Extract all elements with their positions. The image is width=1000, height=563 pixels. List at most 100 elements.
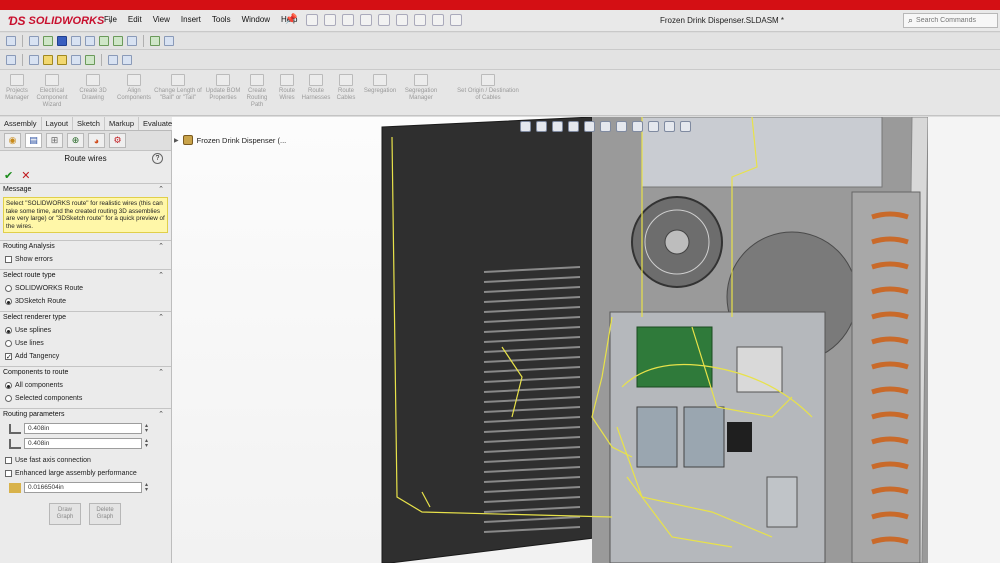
- component-icon[interactable]: [43, 36, 53, 46]
- collapse-icon[interactable]: ⌃: [158, 410, 164, 418]
- command-button-2[interactable]: Create 3D Drawing: [76, 74, 110, 102]
- flyout-tree-root[interactable]: ▶ Frozen Drink Dispenser (...: [174, 135, 286, 145]
- command-button-8[interactable]: Route Harnesses: [302, 74, 330, 102]
- command-button-6[interactable]: Create Routing Path: [243, 74, 271, 109]
- section-view-icon[interactable]: [568, 121, 579, 132]
- solidworks-route-radio[interactable]: SOLIDWORKS Route: [3, 282, 168, 295]
- zoom-area-icon[interactable]: [536, 121, 547, 132]
- menu-item-tools[interactable]: Tools: [212, 15, 231, 24]
- mate-icon[interactable]: [164, 36, 174, 46]
- link-icon[interactable]: [71, 54, 81, 65]
- tab-layout[interactable]: Layout: [42, 117, 74, 130]
- select-icon[interactable]: [414, 14, 426, 26]
- menu-item-window[interactable]: Window: [242, 15, 270, 24]
- tab-assembly[interactable]: Assembly: [0, 117, 42, 130]
- scene-icon[interactable]: [648, 121, 659, 132]
- connector-icon[interactable]: [85, 54, 95, 65]
- expand-arrow-icon[interactable]: ▶: [174, 137, 179, 144]
- menu-item-insert[interactable]: Insert: [181, 15, 201, 24]
- use-lines-radio[interactable]: Use lines: [3, 337, 168, 350]
- collapse-icon[interactable]: ⌃: [158, 185, 164, 193]
- layer-icon[interactable]: [71, 36, 81, 46]
- all-components-radio[interactable]: All components: [3, 379, 168, 392]
- help-icon[interactable]: ?: [152, 153, 163, 164]
- command-button-9[interactable]: Route Cables: [332, 74, 360, 102]
- electrical-manager-icon[interactable]: ⚙: [109, 133, 126, 148]
- home-icon[interactable]: [306, 14, 318, 26]
- appearance-icon[interactable]: [632, 121, 643, 132]
- command-button-0[interactable]: Projects Manager: [2, 74, 32, 102]
- feature-manager-icon[interactable]: ◉: [4, 133, 21, 148]
- search-input[interactable]: [916, 17, 995, 24]
- collapse-icon[interactable]: ⌃: [158, 271, 164, 279]
- graphics-viewport[interactable]: ▶ Frozen Drink Dispenser (...: [172, 117, 1000, 563]
- fast-axis-checkbox[interactable]: Use fast axis connection: [3, 454, 168, 467]
- folder-icon[interactable]: [57, 54, 67, 65]
- selected-components-radio[interactable]: Selected components: [3, 392, 168, 405]
- insert-component-icon[interactable]: [150, 36, 160, 46]
- radio[interactable]: [5, 285, 12, 293]
- dispenser-3d-model[interactable]: [172, 117, 1000, 563]
- ok-checkmark-icon[interactable]: ✔: [4, 169, 13, 182]
- tab-sketch[interactable]: Sketch: [73, 117, 105, 130]
- distance-field-1[interactable]: 0.408in: [24, 423, 142, 435]
- command-button-4[interactable]: Change Length of "Ball" or "Tail": [152, 74, 204, 102]
- enhanced-performance-checkbox[interactable]: Enhanced large assembly performance: [3, 467, 168, 480]
- open-file-icon[interactable]: [342, 14, 354, 26]
- wave-icon[interactable]: [85, 36, 95, 46]
- table-icon[interactable]: [29, 36, 39, 46]
- menu-item-edit[interactable]: Edit: [128, 15, 142, 24]
- collapse-icon[interactable]: ⌃: [158, 313, 164, 321]
- use-splines-radio[interactable]: Use splines: [3, 324, 168, 337]
- solidworks-logo[interactable]: ƊS SOLIDWORKS ›: [8, 13, 112, 29]
- cancel-x-icon[interactable]: ✕: [21, 169, 30, 182]
- checkbox[interactable]: [5, 457, 12, 465]
- list-icon[interactable]: [29, 54, 39, 65]
- draw-graph-button[interactable]: Draw Graph: [49, 503, 81, 526]
- green-block-icon[interactable]: [99, 36, 109, 46]
- checkbox[interactable]: [5, 353, 12, 361]
- save-icon[interactable]: [360, 14, 372, 26]
- radio[interactable]: [5, 298, 12, 306]
- command-button-10[interactable]: Segregation: [362, 74, 398, 95]
- radio[interactable]: [5, 340, 12, 348]
- dimxpert-icon[interactable]: ⊕: [67, 133, 84, 148]
- command-button-11[interactable]: Segregation Manager: [400, 74, 442, 102]
- search-commands[interactable]: ⌕: [903, 13, 998, 28]
- zoom-to-fit-icon[interactable]: [520, 121, 531, 132]
- menu-item-view[interactable]: View: [153, 15, 170, 24]
- command-button-3[interactable]: Align Components: [116, 74, 152, 102]
- cabinet-icon[interactable]: [122, 54, 132, 65]
- display-style-icon[interactable]: [600, 121, 611, 132]
- display-manager-icon[interactable]: ◕: [88, 133, 105, 148]
- rebuild-icon[interactable]: [432, 14, 444, 26]
- options-gear-icon[interactable]: [450, 14, 462, 26]
- view-settings-icon[interactable]: [664, 121, 675, 132]
- green-block-icon-2[interactable]: [113, 36, 123, 46]
- location-icon[interactable]: [43, 54, 53, 65]
- show-errors-checkbox[interactable]: Show errors: [3, 253, 168, 266]
- assembly-icon[interactable]: [6, 54, 16, 65]
- radio[interactable]: [5, 327, 12, 335]
- hide-show-icon[interactable]: [616, 121, 627, 132]
- print-icon[interactable]: [378, 14, 390, 26]
- command-button-5[interactable]: Update BOM Properties: [205, 74, 241, 102]
- radio[interactable]: [5, 382, 12, 390]
- new-file-icon[interactable]: [324, 14, 336, 26]
- menu-item-file[interactable]: File: [104, 15, 117, 24]
- 3dsketch-route-radio[interactable]: 3DSketch Route: [3, 295, 168, 308]
- undo-icon[interactable]: [396, 14, 408, 26]
- collapse-icon[interactable]: ⌃: [158, 368, 164, 376]
- previous-view-icon[interactable]: [552, 121, 563, 132]
- command-button-12[interactable]: Set Origin / Destination of Cables: [456, 74, 520, 102]
- monitor-icon[interactable]: [680, 121, 691, 132]
- grid-icon[interactable]: [127, 36, 137, 46]
- spinner-icon[interactable]: ▴ ▾: [145, 438, 148, 449]
- collapse-icon[interactable]: ⌃: [158, 242, 164, 250]
- blue-block-icon[interactable]: [57, 36, 67, 46]
- wrench-icon[interactable]: [108, 54, 118, 65]
- view-orientation-icon[interactable]: [584, 121, 595, 132]
- configuration-manager-icon[interactable]: ⊞: [46, 133, 63, 148]
- checkbox[interactable]: [5, 470, 12, 478]
- delete-graph-button[interactable]: Delete Graph: [89, 503, 121, 526]
